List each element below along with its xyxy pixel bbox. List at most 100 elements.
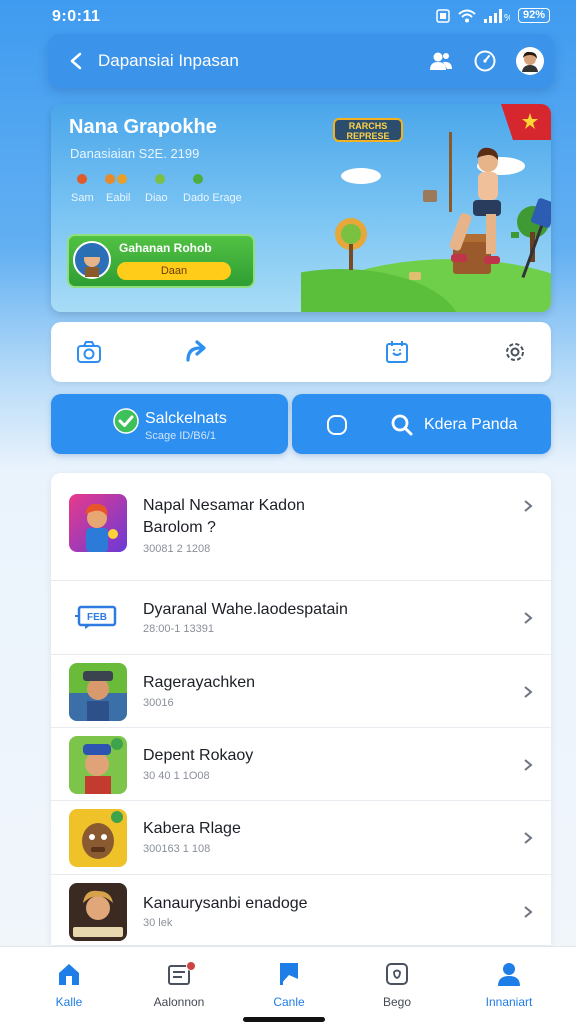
header-actions (428, 47, 544, 75)
nav-label: Bego (382, 995, 412, 1009)
avatar[interactable] (516, 47, 544, 75)
back-button[interactable] (54, 34, 98, 88)
promo-button[interactable]: Daan (117, 262, 231, 280)
page-title: Dapansiai Inpasan (98, 51, 239, 70)
list-item[interactable]: FEB Dyaranal Wahe.laodespatain 28:00-1 1… (51, 581, 551, 655)
notification-icon (436, 8, 450, 23)
users-icon (430, 52, 452, 70)
compass-icon (474, 50, 496, 72)
chevron-right-icon (524, 612, 533, 624)
status-icons: % 92% (436, 8, 550, 23)
quick-actions (51, 322, 551, 382)
search-panda-button[interactable]: Kdera Panda (292, 394, 551, 454)
dot-label: Diao (145, 192, 168, 204)
select-button-sub: Scage ID/B6/1 (145, 430, 216, 442)
item-title: Depent Rokaoy (143, 747, 254, 764)
record-icon (327, 415, 347, 435)
dot-label: Sam (71, 192, 94, 204)
flag-icon (280, 963, 298, 985)
compass-button[interactable] (472, 48, 498, 74)
camera-icon (77, 341, 101, 363)
svg-text:%: % (504, 13, 510, 23)
nav-label: Aalonnon (153, 995, 205, 1009)
chevron-right-icon (524, 906, 533, 918)
item-subtitle: 300163 1 108 (143, 843, 211, 855)
svg-text:FEB: FEB (87, 612, 107, 623)
nav-badge[interactable]: Bego (352, 961, 442, 1011)
banner-title: Nana Grapokhe (69, 116, 217, 138)
item-title-line2: Barolom ? (143, 519, 216, 536)
item-title: Kabera Rlage (143, 820, 241, 837)
item-subtitle: 30016 (143, 697, 174, 709)
ticket-icon: FEB (75, 605, 117, 629)
nav-flag[interactable]: Canle (244, 961, 334, 1011)
select-button[interactable]: Salckelnats Scage ID/B6/1 (51, 394, 288, 454)
promo-avatar (73, 241, 111, 279)
back-icon (70, 52, 82, 70)
nav-profile[interactable]: Innaniart (464, 961, 554, 1011)
nav-home[interactable]: Kalle (24, 961, 114, 1011)
item-thumbnail (69, 494, 127, 552)
list-item[interactable]: Kabera Rlage 300163 1 108 (51, 801, 551, 875)
badge-icon (386, 963, 408, 985)
promo-title: Gahanan Rohob (119, 241, 212, 255)
status-bar: 9:0:11 % 92% (0, 0, 576, 34)
app-header: Dapansiai Inpasan (48, 34, 554, 88)
item-subtitle: 30 40 1 1O08 (143, 770, 210, 782)
item-thumbnail (69, 883, 127, 941)
camera-button[interactable] (75, 338, 103, 366)
list-item[interactable]: Kanaurysanbi enadoge 30 lek (51, 875, 551, 945)
settings-button[interactable] (501, 338, 529, 366)
list-item[interactable]: Depent Rokaoy 30 40 1 1O08 (51, 728, 551, 801)
select-button-label: Salckelnats (145, 410, 227, 427)
nav-inbox[interactable]: Aalonnon (134, 961, 224, 1011)
search-icon (391, 414, 413, 436)
stat-dot (77, 174, 87, 184)
nav-label: Kalle (55, 995, 83, 1009)
stat-dot (117, 174, 127, 184)
battery-indicator: 92% (517, 8, 550, 23)
gear-icon (506, 343, 524, 361)
chevron-right-icon (524, 832, 533, 844)
check-icon (113, 408, 139, 434)
wifi-icon (458, 9, 476, 22)
item-subtitle: 28:00-1 13391 (143, 623, 214, 635)
hero-banner[interactable]: Nana Grapokhe Danasiaian S2E. 2199 Sam E… (51, 104, 551, 312)
item-title: Kanaurysanbi enadoge (143, 895, 308, 912)
list-item[interactable]: Ragerayachken 30016 (51, 655, 551, 728)
stat-dot (105, 174, 115, 184)
search-panda-label: Kdera Panda (424, 416, 518, 433)
dot-label: Dado Erage (183, 192, 242, 204)
status-time: 9:0:11 (52, 8, 101, 25)
flag-icon (501, 104, 551, 140)
banner-subtitle: Danasiaian S2E. 2199 (70, 146, 200, 161)
profile-icon (498, 963, 520, 986)
item-subtitle: 30 lek (143, 917, 173, 929)
dot-label: Eabil (106, 192, 131, 204)
calendar-icon (386, 341, 408, 363)
calendar-button[interactable] (383, 338, 411, 366)
notification-badge (186, 961, 196, 971)
users-button[interactable] (428, 48, 454, 74)
home-icon (59, 964, 79, 985)
chevron-right-icon (524, 500, 533, 512)
item-title: Ragerayachken (143, 674, 256, 691)
item-thumbnail (69, 809, 127, 867)
banner-badge: RARCHS REPRESE (333, 118, 403, 142)
item-list: Napal Nesamar Kadon Barolom ? 30081 2 12… (51, 473, 551, 945)
signal-icon: % (483, 8, 510, 23)
nav-label: Canle (273, 995, 305, 1009)
promo-card[interactable]: Gahanan Rohob Daan (67, 234, 255, 288)
chevron-right-icon (524, 686, 533, 698)
stat-dot (155, 174, 165, 184)
chevron-right-icon (524, 759, 533, 771)
home-indicator[interactable] (243, 1017, 325, 1022)
list-item[interactable]: Napal Nesamar Kadon Barolom ? 30081 2 12… (51, 473, 551, 581)
item-subtitle: 30081 2 1208 (143, 543, 211, 555)
item-title: Dyaranal Wahe.laodespatain (143, 601, 348, 618)
redo-button[interactable] (183, 338, 211, 366)
item-title: Napal Nesamar Kadon (143, 497, 305, 514)
bottom-navigation: Kalle Aalonnon Canle Bego Innaniart (0, 946, 576, 1024)
stat-dot (193, 174, 203, 184)
redo-icon (186, 340, 206, 362)
